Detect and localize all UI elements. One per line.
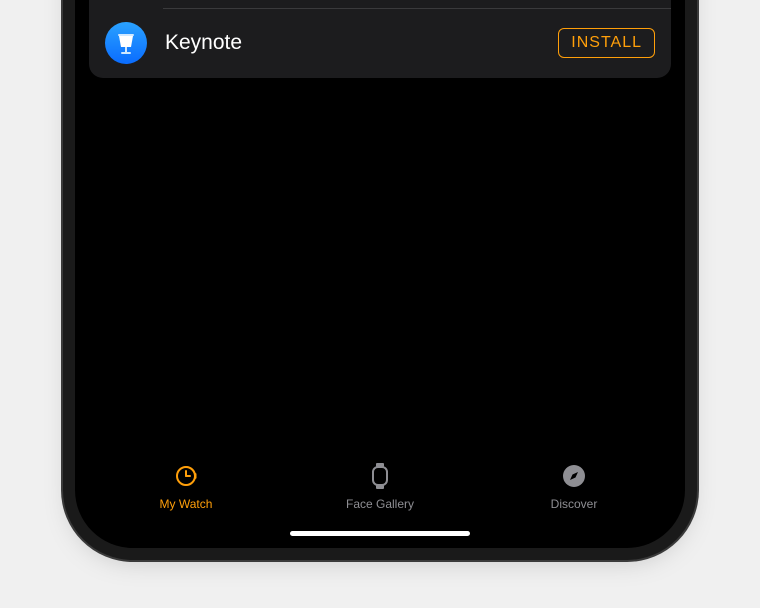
available-row-keynote: Keynote INSTALL <box>89 8 671 78</box>
compass-icon <box>559 461 589 491</box>
tab-bar: My Watch Face Gallery <box>89 451 671 523</box>
tab-face-gallery[interactable]: Face Gallery <box>320 461 440 511</box>
tab-label: Discover <box>551 497 598 511</box>
home-indicator[interactable] <box>290 531 470 536</box>
keynote-icon <box>105 22 147 64</box>
install-button[interactable]: INSTALL <box>558 28 655 58</box>
tab-label: Face Gallery <box>346 497 414 511</box>
content-scroll[interactable]: INSTALLED ON APPLE WATCH Shazam <box>89 0 671 451</box>
available-row-apple-store: Apple Store INSTALL <box>89 0 671 8</box>
tab-label: My Watch <box>160 497 213 511</box>
tab-my-watch[interactable]: My Watch <box>126 461 246 511</box>
screen: INSTALLED ON APPLE WATCH Shazam <box>75 0 685 548</box>
tab-discover[interactable]: Discover <box>514 461 634 511</box>
watch-face-icon <box>365 461 395 491</box>
watch-icon <box>171 461 201 491</box>
phone-frame: INSTALLED ON APPLE WATCH Shazam <box>75 0 685 548</box>
app-name: Keynote <box>165 31 540 55</box>
available-card: Apple Store INSTALL Keynote INSTALL <box>89 0 671 78</box>
